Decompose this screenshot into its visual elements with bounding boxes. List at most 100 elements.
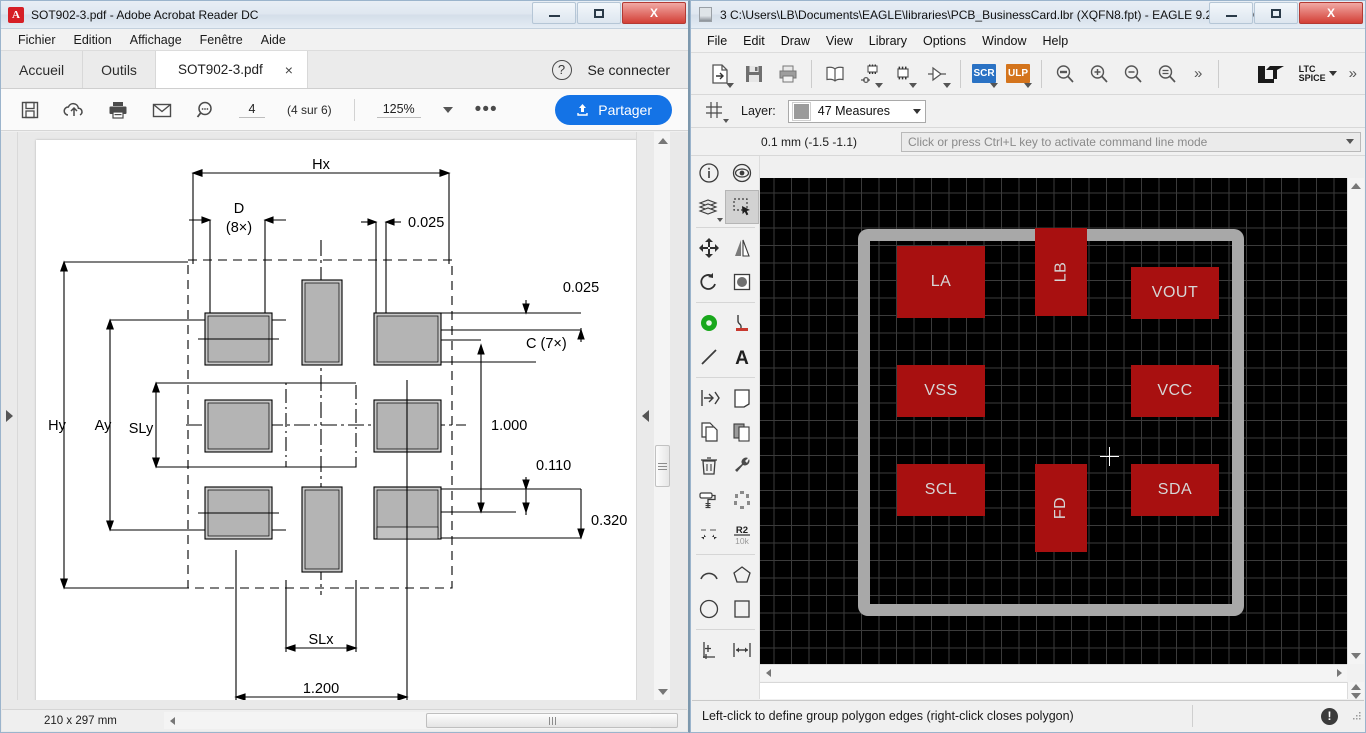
menu-fenetre[interactable]: Fenêtre	[191, 31, 252, 49]
line-icon[interactable]	[692, 340, 726, 374]
split-icon[interactable]	[692, 381, 726, 415]
schematic-icon[interactable]	[854, 59, 884, 89]
dimension-arrows-icon[interactable]	[692, 517, 726, 551]
resize-grip-icon[interactable]	[1350, 710, 1362, 722]
eagle-canvas[interactable]: LALBVOUTVSSVCCSCLFDSDA	[760, 178, 1347, 664]
pad-vss[interactable]: VSS	[897, 365, 985, 417]
pdf-vertical-scroll-thumb[interactable]	[655, 445, 670, 487]
scroll-down-icon[interactable]	[654, 683, 671, 700]
mirror-icon[interactable]	[726, 231, 760, 265]
zoom-level-value[interactable]: 125%	[377, 102, 421, 118]
value-r2-icon[interactable]: R210k	[726, 517, 760, 551]
measure-icon[interactable]	[726, 633, 760, 667]
rectangle-icon[interactable]	[726, 592, 760, 626]
right-pane-toggle[interactable]	[636, 132, 654, 700]
canvas-scroll-left-icon[interactable]	[760, 669, 776, 677]
pad-lb[interactable]: LB	[1035, 228, 1087, 316]
wrench-icon[interactable]	[726, 449, 760, 483]
paint-roller-icon[interactable]	[692, 483, 726, 517]
menu-affichage[interactable]: Affichage	[121, 31, 191, 49]
pdf-horizontal-scroll-thumb[interactable]	[426, 713, 678, 728]
text-icon[interactable]: A	[726, 340, 760, 374]
show-icon[interactable]	[726, 156, 760, 190]
acrobat-close-button[interactable]: X	[622, 2, 686, 24]
menu-help[interactable]: Help	[1035, 32, 1077, 50]
paste-icon[interactable]	[726, 415, 760, 449]
pdf-horizontal-scrollbar[interactable]	[164, 712, 651, 729]
canvas-vertical-scrollbar[interactable]	[1347, 178, 1364, 664]
display-layers-icon[interactable]	[692, 190, 725, 224]
circle-icon[interactable]	[692, 592, 726, 626]
menu-fichier[interactable]: Fichier	[9, 31, 65, 49]
save-icon[interactable]	[19, 99, 41, 121]
smd-icon[interactable]	[726, 306, 760, 340]
polygon-icon[interactable]	[726, 558, 760, 592]
menu-view[interactable]: View	[818, 32, 861, 50]
pdf-vertical-scrollbar[interactable]	[653, 132, 670, 700]
scr-icon[interactable]: SCR	[969, 59, 999, 89]
library-book-icon[interactable]	[820, 59, 850, 89]
tab-outils[interactable]: Outils	[83, 51, 156, 88]
warning-icon[interactable]: !	[1321, 708, 1338, 725]
canvas-horizontal-scrollbar[interactable]	[760, 664, 1347, 681]
canvas-scroll-up-icon[interactable]	[1348, 178, 1364, 194]
scroll-left-icon[interactable]	[164, 712, 181, 729]
tab-accueil[interactable]: Accueil	[1, 51, 83, 88]
zoom-out-icon[interactable]	[1118, 59, 1148, 89]
arc-icon[interactable]	[692, 558, 726, 592]
zoom-in-icon[interactable]	[1084, 59, 1114, 89]
command-history-icon[interactable]	[1346, 139, 1354, 144]
toolbar-overflow-icon[interactable]: »	[1186, 65, 1210, 82]
pdf-page-viewport[interactable]: Hx D (8×)	[19, 132, 636, 700]
info-icon[interactable]	[692, 156, 726, 190]
zoom-redraw-icon[interactable]	[1152, 59, 1182, 89]
desc-scroll-down-icon[interactable]	[1351, 693, 1361, 699]
zoom-fit-icon[interactable]	[1050, 59, 1080, 89]
menu-edit[interactable]: Edit	[735, 32, 773, 50]
gate-icon[interactable]	[922, 59, 952, 89]
upload-cloud-icon[interactable]	[63, 99, 85, 121]
pad-sda[interactable]: SDA	[1131, 464, 1219, 516]
desc-scroll-up-icon[interactable]	[1351, 684, 1361, 690]
print-icon[interactable]	[107, 99, 129, 121]
eagle-minimize-button[interactable]	[1209, 2, 1253, 24]
scroll-up-icon[interactable]	[654, 132, 671, 149]
page-number-input[interactable]: 4	[239, 102, 265, 118]
change-icon[interactable]	[726, 265, 760, 299]
left-pane-toggle[interactable]	[2, 132, 18, 700]
description-scrollbar[interactable]	[1347, 682, 1364, 699]
sign-in-button[interactable]: Se connecter	[588, 62, 671, 78]
acrobat-maximize-button[interactable]	[577, 2, 621, 24]
move-icon[interactable]	[692, 231, 726, 265]
close-tab-icon[interactable]: ×	[285, 62, 293, 78]
rotate-icon[interactable]	[692, 265, 726, 299]
menu-window[interactable]: Window	[974, 32, 1034, 50]
eagle-maximize-button[interactable]	[1254, 2, 1298, 24]
canvas-scroll-down-icon[interactable]	[1348, 648, 1364, 664]
pad-fd[interactable]: FD	[1035, 464, 1087, 552]
group-select-icon[interactable]	[725, 190, 759, 224]
open-file-icon[interactable]	[705, 59, 735, 89]
miter-icon[interactable]	[726, 381, 760, 415]
menu-options[interactable]: Options	[915, 32, 974, 50]
share-button[interactable]: Partager	[555, 95, 672, 125]
ulp-icon[interactable]: ULP	[1003, 59, 1033, 89]
mark-icon[interactable]	[692, 633, 726, 667]
acrobat-minimize-button[interactable]	[532, 2, 576, 24]
help-icon[interactable]: ?	[552, 60, 572, 80]
toolbar-overflow2-icon[interactable]: »	[1341, 65, 1365, 82]
canvas-scroll-right-icon[interactable]	[1331, 669, 1347, 677]
layer-select[interactable]: 47 Measures	[788, 100, 926, 123]
chevron-down-icon[interactable]	[913, 109, 921, 114]
email-icon[interactable]	[151, 99, 173, 121]
pad-vout[interactable]: VOUT	[1131, 267, 1219, 319]
command-line-input[interactable]: Click or press Ctrl+L key to activate co…	[901, 132, 1361, 152]
search-icon[interactable]	[195, 99, 217, 121]
pad-scl[interactable]: SCL	[897, 464, 985, 516]
menu-aide[interactable]: Aide	[252, 31, 295, 49]
pad-la[interactable]: LA	[897, 246, 985, 318]
tab-document[interactable]: SOT902-3.pdf ×	[156, 51, 308, 88]
save-icon[interactable]	[739, 59, 769, 89]
pad-icon[interactable]	[692, 306, 726, 340]
board-icon[interactable]	[888, 59, 918, 89]
